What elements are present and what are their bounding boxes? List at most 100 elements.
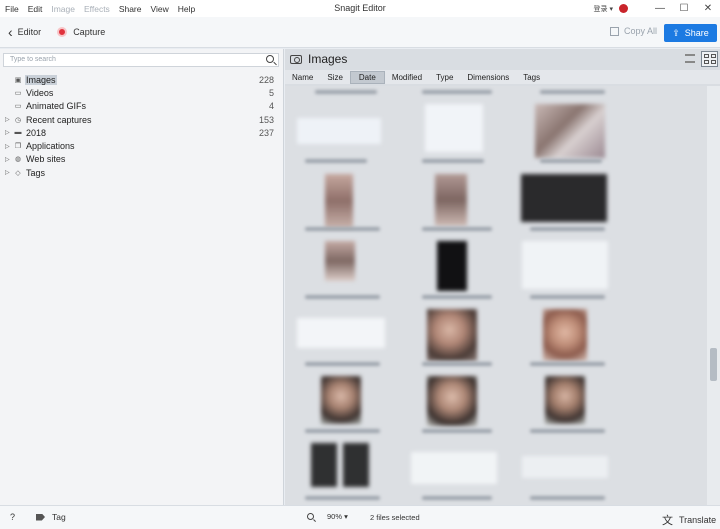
tree-item-label: Videos	[26, 87, 54, 98]
sort-type[interactable]: Type	[429, 71, 460, 84]
sort-tags[interactable]: Tags	[516, 71, 547, 84]
menu-edit[interactable]: Edit	[28, 4, 43, 14]
grid-view-icon[interactable]	[701, 51, 718, 67]
copy-icon	[610, 26, 619, 36]
tree-item-videos[interactable]: ▭ Videos 5	[0, 86, 284, 99]
image-thumbnail[interactable]	[427, 376, 477, 426]
list-view-icon[interactable]	[685, 54, 695, 63]
menu-effects[interactable]: Effects	[84, 4, 110, 14]
image-thumbnail[interactable]	[297, 318, 385, 348]
maximize-button[interactable]: ☐	[672, 0, 696, 17]
image-thumbnail[interactable]	[411, 452, 497, 484]
minimize-button[interactable]: —	[648, 0, 672, 17]
sort-dimensions[interactable]: Dimensions	[460, 71, 516, 84]
image-thumbnail[interactable]	[311, 443, 337, 487]
tag-label: Tag	[52, 512, 66, 522]
thumbnail-caption	[305, 159, 367, 163]
selection-status: 2 files selected	[370, 513, 420, 522]
image-thumbnail[interactable]	[297, 118, 381, 144]
expand-arrow-icon[interactable]: ▷	[5, 169, 13, 176]
close-button[interactable]: ✕	[696, 0, 720, 17]
tree-item-animated-gifs[interactable]: ▭ Animated GIFs 4	[0, 100, 284, 113]
image-thumbnail[interactable]	[435, 174, 467, 226]
record-icon	[57, 27, 68, 37]
tree-item-2018[interactable]: ▷ ▬ 2018 237	[0, 126, 284, 139]
expand-arrow-icon[interactable]: ▷	[5, 156, 13, 163]
title-bar: File Edit Image Effects Share View Help …	[0, 0, 720, 17]
image-thumbnail[interactable]	[437, 241, 467, 291]
tag-icon	[36, 513, 45, 521]
chevron-left-icon: ‹	[8, 24, 13, 40]
zoom-value[interactable]: 90% ▾	[327, 512, 348, 521]
image-thumbnail[interactable]	[325, 174, 353, 228]
expand-arrow-icon[interactable]: ▷	[5, 129, 13, 136]
thumbnail-caption	[422, 159, 484, 163]
sort-date[interactable]: Date	[349, 70, 385, 84]
editor-button[interactable]: ‹ Editor	[8, 25, 41, 39]
menu-image[interactable]: Image	[51, 4, 75, 14]
copy-all-button[interactable]: Copy All	[610, 26, 657, 36]
sort-modified[interactable]: Modified	[385, 71, 429, 84]
vertical-scrollbar[interactable]	[707, 86, 720, 505]
user-badge-icon[interactable]	[619, 4, 628, 13]
share-label: Share	[684, 28, 709, 38]
user-login-menu[interactable]: 登录 ▾	[594, 4, 613, 14]
thumbnail-caption	[530, 496, 605, 500]
tree-item-images[interactable]: ▣ Images 228	[0, 73, 284, 86]
capture-label: Capture	[73, 27, 106, 37]
sort-name[interactable]: Name	[285, 71, 320, 84]
expand-arrow-icon[interactable]: ▷	[5, 116, 13, 123]
zoom-control[interactable]: 90% ▾	[307, 512, 348, 521]
tree-item-recent-captures[interactable]: ▷ ◷ Recent captures 153	[0, 113, 284, 126]
tree-item-tags[interactable]: ▷ ◇ Tags	[0, 166, 284, 179]
thumbnail-caption	[422, 496, 492, 500]
image-thumbnail[interactable]	[325, 241, 355, 281]
tree-item-label: 2018	[26, 127, 47, 138]
translate-label: Translate	[679, 515, 717, 525]
menu-view[interactable]: View	[151, 4, 169, 14]
panel-header: Images	[285, 49, 720, 69]
menu-file[interactable]: File	[5, 4, 19, 14]
thumbnail-caption	[422, 429, 492, 433]
thumbnail-caption	[315, 90, 377, 94]
image-thumbnail[interactable]	[543, 309, 587, 361]
image-thumbnail[interactable]	[321, 376, 361, 424]
image-thumbnail[interactable]	[521, 174, 607, 222]
sort-size[interactable]: Size	[320, 71, 350, 84]
tree-item-web-sites[interactable]: ▷ ◍ Web sites	[0, 153, 284, 166]
capture-button[interactable]: Capture	[57, 27, 105, 37]
search-input[interactable]: Type to search	[3, 53, 279, 67]
thumbnail-caption	[305, 295, 380, 299]
thumbnail-caption	[305, 227, 380, 231]
clock-icon: ◷	[14, 116, 22, 124]
image-thumbnail[interactable]	[522, 241, 608, 289]
panel-title: Images	[308, 52, 348, 66]
image-thumbnail[interactable]	[343, 443, 369, 487]
camera-icon: ▣	[14, 76, 22, 84]
tree-item-applications[interactable]: ▷ ❐ Applications	[0, 139, 284, 152]
thumbnail-caption	[530, 429, 605, 433]
search-icon[interactable]	[266, 55, 274, 63]
thumbnail-grid	[285, 86, 707, 505]
image-thumbnail[interactable]	[545, 376, 585, 424]
thumbnail-caption	[422, 227, 492, 231]
image-thumbnail[interactable]	[427, 309, 477, 361]
image-thumbnail[interactable]	[522, 456, 608, 478]
search-placeholder: Type to search	[10, 56, 56, 63]
image-thumbnail[interactable]	[425, 104, 483, 152]
thumbnail-caption	[305, 496, 380, 500]
help-button[interactable]: ?	[10, 512, 15, 522]
expand-arrow-icon[interactable]: ▷	[5, 143, 13, 150]
share-button[interactable]: ⇪ Share	[664, 24, 717, 42]
menu-share[interactable]: Share	[119, 4, 142, 14]
video-icon: ▭	[14, 89, 22, 97]
tag-button[interactable]: Tag	[36, 512, 66, 522]
scrollbar-thumb[interactable]	[710, 348, 717, 381]
status-bar: ? Tag 90% ▾ 2 files selected 文 Translate	[0, 505, 720, 529]
thumbnail-caption	[530, 362, 605, 366]
window-icon: ❐	[14, 143, 22, 151]
menu-help[interactable]: Help	[178, 4, 195, 14]
sort-bar: Name Size Date Modified Type Dimensions Tags	[285, 70, 720, 84]
translate-button[interactable]: 文 Translate	[662, 512, 716, 528]
image-thumbnail[interactable]	[535, 104, 605, 158]
